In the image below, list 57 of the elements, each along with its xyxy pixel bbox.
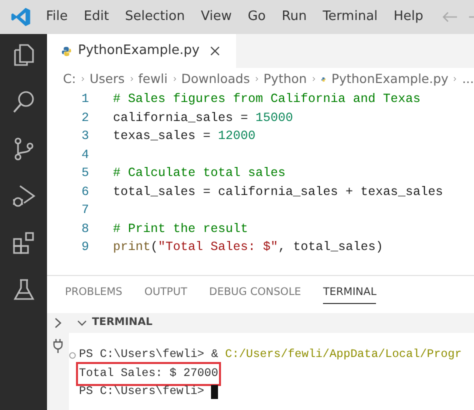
menu-item[interactable]: File <box>46 7 68 27</box>
code-line: total_sales = california_sales + texas_sales <box>113 184 444 200</box>
circle-icon <box>69 352 76 359</box>
menu-item[interactable]: Go <box>248 7 266 27</box>
chevron-right-icon <box>453 74 458 84</box>
panel-tab[interactable]: PROBLEMS <box>65 285 122 304</box>
editor-tab[interactable]: PythonExample.py <box>47 34 236 68</box>
panel-tab[interactable]: OUTPUT <box>144 285 188 304</box>
line-number: 8 <box>80 220 90 238</box>
python-file-icon <box>61 46 72 56</box>
search-icon[interactable] <box>10 89 36 115</box>
panel-tab[interactable]: TERMINAL <box>323 284 376 304</box>
line-number: 4 <box>80 146 90 164</box>
code-line: texas_sales = 12000 <box>113 128 256 145</box>
chevron-right-icon <box>254 74 259 84</box>
menu-item[interactable]: View <box>200 7 232 27</box>
terminal-line: Total Sales: $ 27000 <box>79 364 218 383</box>
menu-item[interactable]: Terminal <box>322 7 378 27</box>
extensions-icon[interactable] <box>10 230 36 256</box>
line-number: 9 <box>80 239 90 256</box>
terminal-line: PS C:\Users\fewli> <box>79 384 206 400</box>
breadcrumb-item[interactable]: Users <box>90 70 125 88</box>
play-bug-icon[interactable] <box>10 183 36 209</box>
line-number: 5 <box>80 165 90 182</box>
menu-item[interactable]: Selection <box>124 7 185 27</box>
chevron-right-icon <box>130 74 134 84</box>
code-line: # Print the result <box>113 220 248 238</box>
line-number: 2 <box>80 110 90 126</box>
chevron-down-icon[interactable] <box>77 319 87 327</box>
terminal-line: PS C:\Users\fewli> & C:/Users/fewli/AppData/Local/Progr <box>79 347 462 363</box>
line-number: 1 <box>80 91 90 108</box>
plug-icon[interactable] <box>53 339 63 353</box>
breadcrumb-item[interactable]: PythonExample.py <box>332 70 448 88</box>
chevron-right-icon <box>312 74 316 84</box>
chevron-right-icon <box>80 74 85 84</box>
text-cursor <box>211 385 218 400</box>
app-logo-icon <box>10 6 32 28</box>
code-line: # Sales figures from California and Texas <box>113 91 421 108</box>
breadcrumb-item[interactable]: Downloads <box>181 70 250 88</box>
section-title[interactable]: TERMINAL <box>92 315 152 331</box>
line-number: 7 <box>80 202 90 219</box>
menu-item[interactable]: Help <box>394 7 424 27</box>
chevron-right-icon[interactable] <box>54 317 62 329</box>
menu-item[interactable]: Edit <box>84 7 109 27</box>
code-line: california_sales = 15000 <box>113 110 294 126</box>
chevron-right-icon <box>172 74 176 84</box>
flask-icon[interactable] <box>10 277 36 303</box>
breadcrumb-item[interactable]: C: <box>63 70 76 88</box>
panel-tab[interactable]: DEBUG CONSOLE <box>209 285 302 304</box>
menu-item[interactable]: Run <box>282 7 307 27</box>
breadcrumb-item[interactable]: ... <box>462 70 474 88</box>
breadcrumb-item[interactable]: Python <box>264 70 307 88</box>
line-number: 6 <box>80 184 90 200</box>
code-line: print("Total Sales: $", total_sales) <box>113 239 384 256</box>
breadcrumb-item[interactable]: fewli <box>138 70 168 88</box>
line-number: 3 <box>80 128 90 145</box>
code-line: # Calculate total sales <box>113 165 286 182</box>
